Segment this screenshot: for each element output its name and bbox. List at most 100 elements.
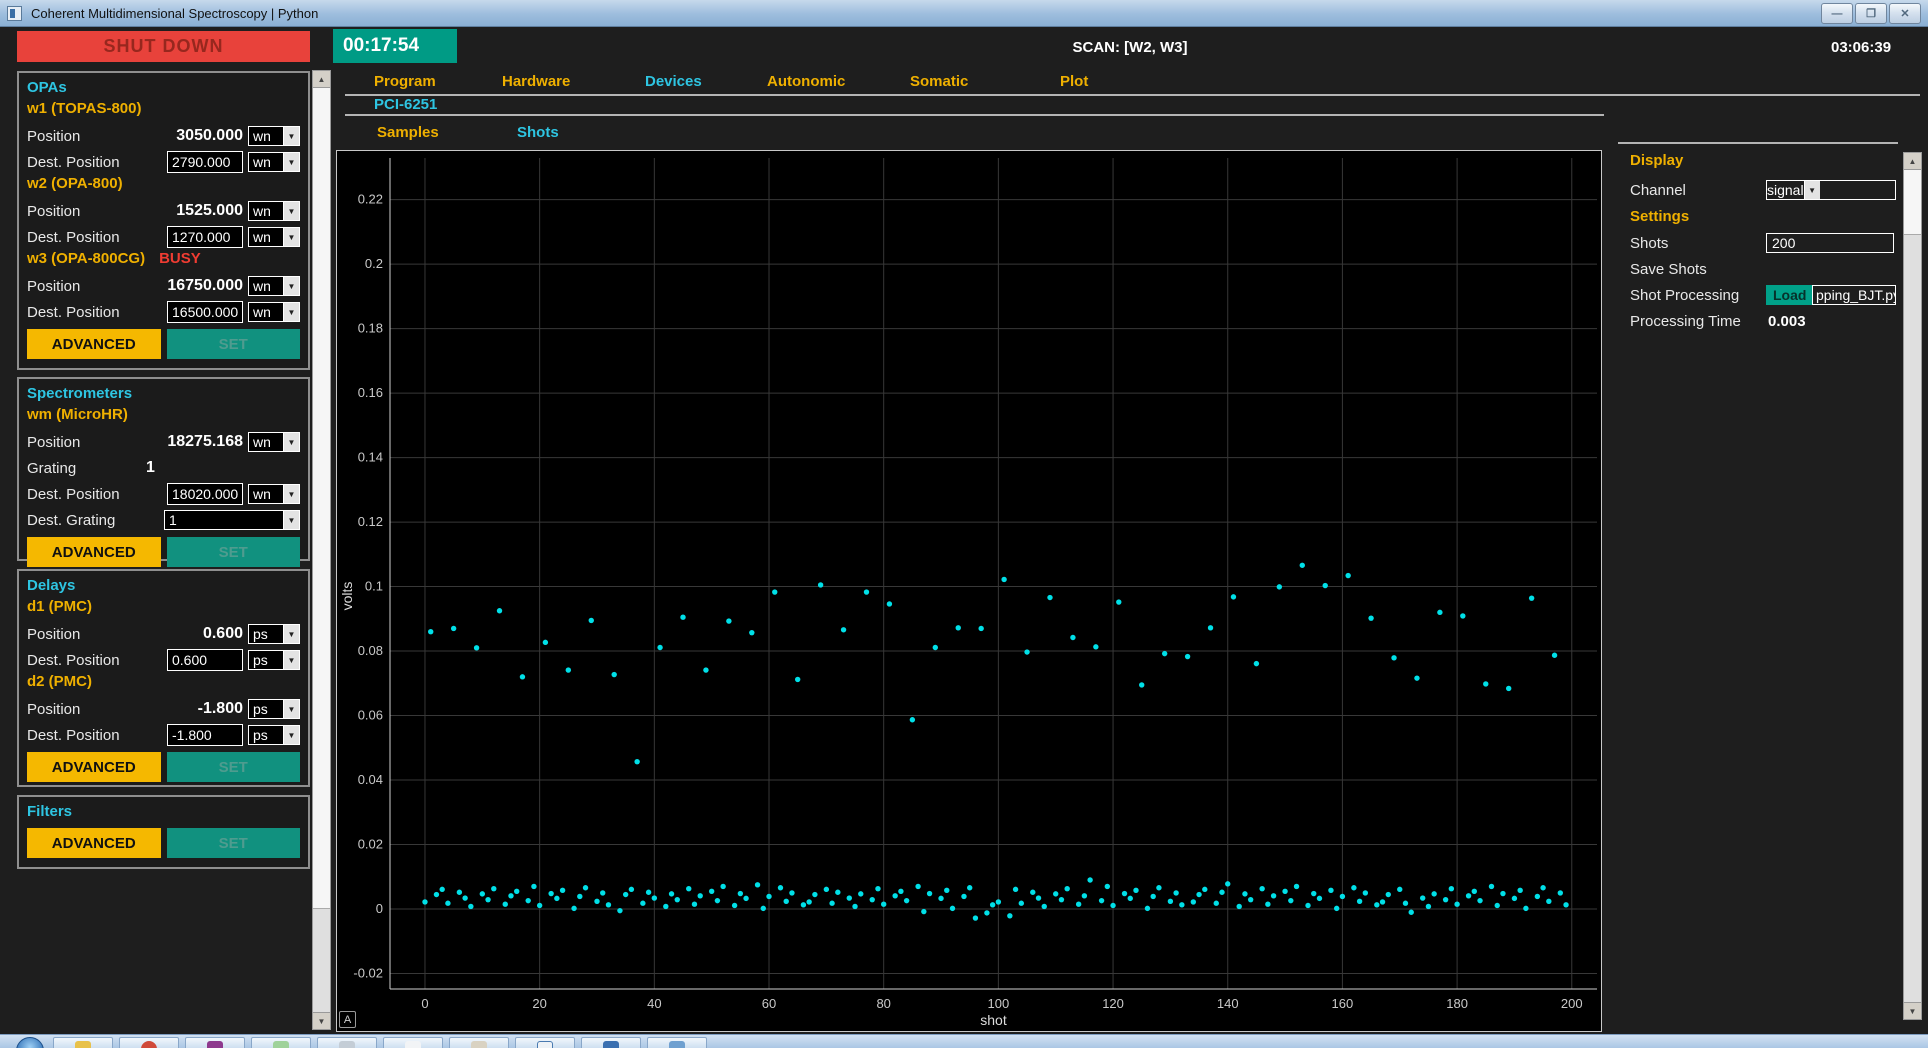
w2-dest-unit-dropdown[interactable]: wn▼ — [248, 227, 300, 247]
position-label: Position — [27, 278, 151, 295]
svg-text:0.02: 0.02 — [358, 837, 383, 852]
tab-samples[interactable]: Samples — [377, 124, 439, 141]
menu-hardware[interactable]: Hardware — [502, 73, 570, 90]
d2-dest-row: Dest. Position -1.800 ps▼ — [27, 722, 300, 748]
taskbar-app-button[interactable] — [647, 1037, 707, 1048]
w3-dest-unit-dropdown[interactable]: wn▼ — [248, 302, 300, 322]
shutdown-button[interactable]: SHUT DOWN — [17, 31, 310, 62]
wm-grating-value: 1 — [146, 459, 295, 477]
scroll-up-icon[interactable]: ▲ — [1904, 153, 1921, 170]
scroll-down-icon[interactable]: ▼ — [1904, 1002, 1921, 1019]
opas-set-button[interactable]: SET — [167, 329, 301, 359]
chevron-down-icon[interactable]: ▼ — [283, 625, 299, 643]
d1-dest-input[interactable]: 0.600 — [167, 649, 243, 671]
d2-dest-input[interactable]: -1.800 — [167, 724, 243, 746]
plot-autoscale-button[interactable]: A — [339, 1011, 356, 1028]
start-button[interactable] — [16, 1037, 44, 1048]
clock-display: 03:06:39 — [1831, 39, 1891, 56]
menu-plot[interactable]: Plot — [1060, 73, 1088, 90]
menu-program[interactable]: Program — [374, 73, 436, 90]
scroll-down-icon[interactable]: ▼ — [313, 1012, 330, 1029]
chevron-down-icon[interactable]: ▼ — [283, 303, 299, 321]
dest-position-label: Dest. Position — [27, 304, 167, 321]
wm-position-unit-dropdown[interactable]: wn▼ — [248, 432, 300, 452]
w3-dest-input[interactable]: 16500.000 — [167, 301, 243, 323]
wm-dest-grating-dropdown[interactable]: 1▼ — [164, 510, 300, 530]
w2-position-unit-dropdown[interactable]: wn▼ — [248, 201, 300, 221]
window-titlebar[interactable]: Coherent Multidimensional Spectroscopy |… — [0, 0, 1928, 27]
spectrometers-set-button[interactable]: SET — [167, 537, 301, 567]
d1-dest-unit-dropdown[interactable]: ps▼ — [248, 650, 300, 670]
delays-set-button[interactable]: SET — [167, 752, 301, 782]
taskbar-app-button[interactable] — [581, 1037, 641, 1048]
opas-advanced-button[interactable]: ADVANCED — [27, 329, 161, 359]
chevron-down-icon[interactable]: ▼ — [283, 511, 299, 529]
minimize-button[interactable]: — — [1821, 3, 1853, 24]
taskbar-app-button[interactable] — [119, 1037, 179, 1048]
save-shots-label: Save Shots — [1630, 261, 1707, 278]
delays-advanced-button[interactable]: ADVANCED — [27, 752, 161, 782]
d2-dest-unit-dropdown[interactable]: ps▼ — [248, 725, 300, 745]
menu-devices[interactable]: Devices — [645, 73, 702, 90]
filters-set-button[interactable]: SET — [167, 828, 301, 858]
w1-dest-input[interactable]: 2790.000 — [167, 151, 243, 173]
taskbar-app-button[interactable] — [449, 1037, 509, 1048]
menu-autonomic[interactable]: Autonomic — [767, 73, 845, 90]
d2-position-unit-dropdown[interactable]: ps▼ — [248, 699, 300, 719]
w1-position-unit-dropdown[interactable]: wn▼ — [248, 126, 300, 146]
shots-plot-container: -0.0200.020.040.060.080.10.120.140.160.1… — [336, 150, 1602, 1032]
restore-button[interactable]: ❐ — [1855, 3, 1887, 24]
w1-dest-unit-dropdown[interactable]: wn▼ — [248, 152, 300, 172]
channel-dropdown[interactable]: signal ▼ — [1766, 180, 1896, 200]
red-app-icon — [141, 1041, 157, 1048]
load-script-button[interactable]: Load — [1766, 285, 1813, 305]
grey-app-icon — [339, 1041, 355, 1048]
chevron-down-icon[interactable]: ▼ — [283, 485, 299, 503]
taskbar-app-button[interactable] — [185, 1037, 245, 1048]
w2-position-value: 1525.000 — [151, 202, 243, 220]
desktop: { "window": { "title": "Coherent Multidi… — [0, 0, 1928, 1048]
windows-taskbar[interactable] — [0, 1034, 1928, 1048]
chevron-down-icon[interactable]: ▼ — [283, 651, 299, 669]
filters-advanced-button[interactable]: ADVANCED — [27, 828, 161, 858]
window-title: Coherent Multidimensional Spectroscopy |… — [31, 6, 318, 21]
spectrometers-advanced-button[interactable]: ADVANCED — [27, 537, 161, 567]
chevron-down-icon[interactable]: ▼ — [283, 433, 299, 451]
close-button[interactable]: ✕ — [1889, 3, 1921, 24]
chevron-down-icon[interactable]: ▼ — [1804, 181, 1820, 199]
w3-position-unit-dropdown[interactable]: wn▼ — [248, 276, 300, 296]
chevron-down-icon[interactable]: ▼ — [283, 700, 299, 718]
menu-somatic[interactable]: Somatic — [910, 73, 968, 90]
chevron-down-icon[interactable]: ▼ — [283, 202, 299, 220]
taskbar-app-button[interactable] — [317, 1037, 377, 1048]
w2-position-row: Position 1525.000 wn▼ — [27, 198, 300, 224]
scroll-up-icon[interactable]: ▲ — [313, 71, 330, 88]
tab-shots[interactable]: Shots — [517, 124, 559, 141]
w2-name: w2 (OPA-800) — [27, 175, 123, 198]
d2-name: d2 (PMC) — [27, 673, 92, 696]
taskbar-app-button[interactable] — [53, 1037, 113, 1048]
chevron-down-icon[interactable]: ▼ — [283, 726, 299, 744]
chevron-down-icon[interactable]: ▼ — [283, 153, 299, 171]
svg-text:0: 0 — [421, 996, 428, 1011]
chevron-down-icon[interactable]: ▼ — [283, 127, 299, 145]
d1-position-unit-dropdown[interactable]: ps▼ — [248, 624, 300, 644]
taskbar-app-button[interactable] — [383, 1037, 443, 1048]
shot-processing-file[interactable]: pping_BJT.py — [1812, 285, 1896, 305]
scrollbar-thumb[interactable] — [313, 88, 330, 909]
shots-plot-svg[interactable]: -0.0200.020.040.060.080.10.120.140.160.1… — [337, 151, 1601, 1029]
wm-dest-input[interactable]: 18020.000 — [167, 483, 243, 505]
dest-position-label: Dest. Position — [27, 486, 167, 503]
central-scrollbar[interactable]: ▲ ▼ — [312, 70, 331, 1030]
device-tab-pci6251[interactable]: PCI-6251 — [374, 96, 437, 113]
shots-input[interactable]: 200 — [1766, 233, 1894, 253]
w2-dest-input[interactable]: 1270.000 — [167, 226, 243, 248]
scrollbar-thumb[interactable] — [1904, 170, 1921, 235]
chevron-down-icon[interactable]: ▼ — [283, 277, 299, 295]
chevron-down-icon[interactable]: ▼ — [283, 228, 299, 246]
folder-icon — [75, 1041, 91, 1048]
wm-dest-unit-dropdown[interactable]: wn▼ — [248, 484, 300, 504]
taskbar-app-button[interactable] — [251, 1037, 311, 1048]
taskbar-app-button[interactable] — [515, 1037, 575, 1048]
right-panel-scrollbar[interactable]: ▲ ▼ — [1903, 152, 1922, 1020]
